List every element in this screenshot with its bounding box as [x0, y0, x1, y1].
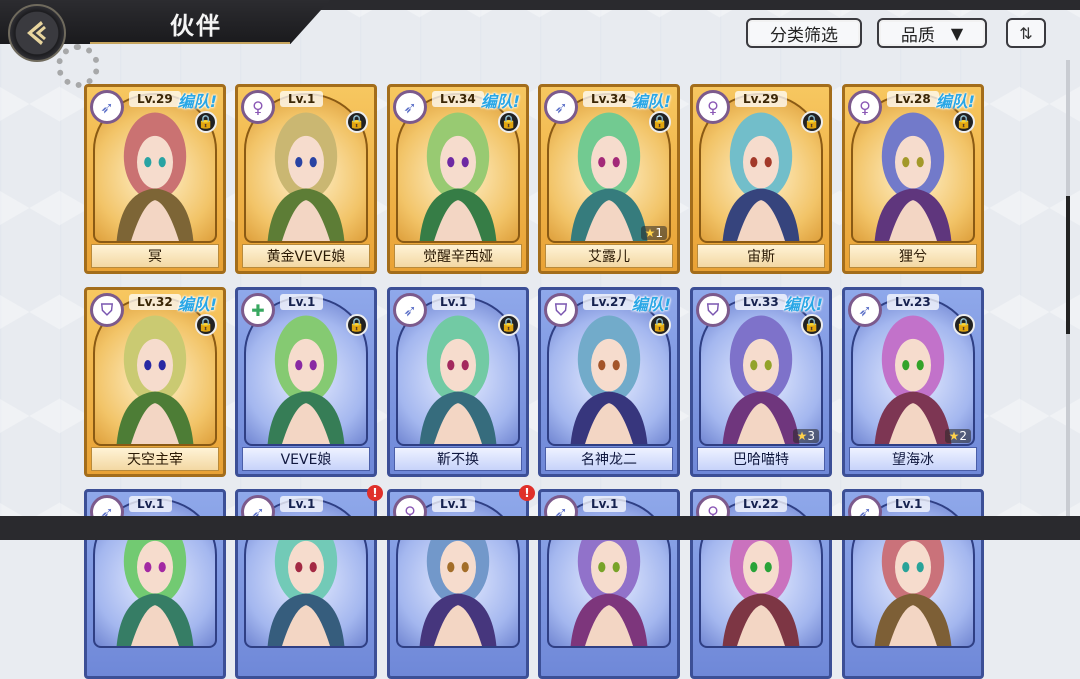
scrollbar-thumb[interactable] [1066, 196, 1070, 334]
character-name: 巴哈喵特 [697, 447, 825, 471]
bottom-edge [0, 516, 1080, 540]
star-count-badge: ★1 [640, 226, 667, 240]
star-count: 2 [959, 429, 967, 443]
level-label: Lv.29 [735, 91, 787, 107]
shield-icon: ⛉ [544, 293, 578, 327]
bow-icon: ➶ [90, 90, 124, 124]
level-label: Lv.1 [583, 496, 627, 512]
star-count: 3 [807, 429, 815, 443]
level-label: Lv.1 [280, 496, 324, 512]
character-name: 望海冰 [849, 447, 977, 471]
partner-card[interactable]: ➶ Lv.23 🔒 ★2 望海冰 [842, 287, 984, 477]
team-tag: 编队! [177, 295, 217, 314]
team-tag: 编队! [631, 295, 671, 314]
lock-icon[interactable]: 🔒 [953, 111, 975, 133]
lock-icon[interactable]: 🔒 [649, 314, 671, 336]
team-tag: 编队! [631, 92, 671, 111]
level-label: Lv.28 [887, 91, 939, 107]
partner-card[interactable]: ➶ Lv.1 🔒 靳不换 [387, 287, 529, 477]
partner-card[interactable]: ⛉ Lv.32 编队! 🔒 天空主宰 [84, 287, 226, 477]
staff-icon: ♀ [696, 90, 730, 124]
team-tag: 编队! [177, 92, 217, 111]
partner-card[interactable]: ⛉ Lv.27 编队! 🔒 名神龙二 [538, 287, 680, 477]
character-name: 天空主宰 [91, 447, 219, 471]
level-label: Lv.1 [432, 496, 476, 512]
star-icon: ★ [644, 226, 656, 240]
healer-cross-icon: ✚ [241, 293, 275, 327]
level-label: Lv.23 [887, 294, 939, 310]
star-count: 1 [655, 226, 663, 240]
lock-icon[interactable]: 🔒 [801, 314, 823, 336]
level-label: Lv.27 [583, 294, 635, 310]
lock-icon[interactable]: 🔒 [649, 111, 671, 133]
alert-badge: ! [519, 485, 535, 501]
level-label: Lv.34 [432, 91, 484, 107]
team-tag: 编队! [783, 295, 823, 314]
staff-icon: ♀ [848, 90, 882, 124]
partner-card[interactable]: ➶ Lv.34 编队! 🔒 ★1 艾露儿 [538, 84, 680, 274]
level-label: Lv.22 [735, 496, 787, 512]
partner-card[interactable]: ✚ Lv.1 🔒 VEVE娘 [235, 287, 377, 477]
character-name: VEVE娘 [242, 447, 370, 471]
lock-icon[interactable]: 🔒 [498, 111, 520, 133]
alert-badge: ! [367, 485, 383, 501]
lock-icon[interactable]: 🔒 [195, 111, 217, 133]
level-label: Lv.1 [280, 91, 324, 107]
level-label: Lv.29 [129, 91, 181, 107]
bow-icon: ➶ [848, 293, 882, 327]
lock-icon[interactable]: 🔒 [953, 314, 975, 336]
bow-icon: ➶ [544, 90, 578, 124]
level-label: Lv.1 [432, 294, 476, 310]
character-name: 靳不换 [394, 447, 522, 471]
star-icon: ★ [796, 429, 808, 443]
bow-icon: ➶ [393, 293, 427, 327]
partner-card[interactable]: ♀ Lv.29 🔒 宙斯 [690, 84, 832, 274]
level-label: Lv.33 [735, 294, 787, 310]
level-label: Lv.1 [280, 294, 324, 310]
partner-grid: ➶ Lv.29 编队! 🔒 冥 ♀ Lv.1 🔒 黄金VEVE娘 ➶ Lv.34 编队! 🔒 觉醒辛西娅 ➶… [0, 0, 1080, 679]
character-name: 艾露儿 [545, 244, 673, 268]
character-name: 黄金VEVE娘 [242, 244, 370, 268]
partner-card[interactable]: ➶ Lv.34 编队! 🔒 觉醒辛西娅 [387, 84, 529, 274]
team-tag: 编队! [480, 92, 520, 111]
character-name: 冥 [91, 244, 219, 268]
level-label: Lv.1 [887, 496, 931, 512]
lock-icon[interactable]: 🔒 [346, 314, 368, 336]
level-label: Lv.32 [129, 294, 181, 310]
partner-card[interactable]: ➶ Lv.29 编队! 🔒 冥 [84, 84, 226, 274]
character-name: 宙斯 [697, 244, 825, 268]
level-label: Lv.34 [583, 91, 635, 107]
lock-icon[interactable]: 🔒 [195, 314, 217, 336]
lock-icon[interactable]: 🔒 [346, 111, 368, 133]
staff-icon: ♀ [241, 90, 275, 124]
character-name: 名神龙二 [545, 447, 673, 471]
character-name: 狸兮 [849, 244, 977, 268]
lock-icon[interactable]: 🔒 [801, 111, 823, 133]
lock-icon[interactable]: 🔒 [498, 314, 520, 336]
partner-card[interactable]: ♀ Lv.28 编队! 🔒 狸兮 [842, 84, 984, 274]
character-name: 觉醒辛西娅 [394, 244, 522, 268]
shield-icon: ⛉ [696, 293, 730, 327]
partner-card[interactable]: ⛉ Lv.33 编队! 🔒 ★3 巴哈喵特 [690, 287, 832, 477]
star-count-badge: ★3 [792, 429, 819, 443]
star-icon: ★ [948, 429, 960, 443]
bow-icon: ➶ [393, 90, 427, 124]
team-tag: 编队! [935, 92, 975, 111]
level-label: Lv.1 [129, 496, 173, 512]
star-count-badge: ★2 [944, 429, 971, 443]
shield-icon: ⛉ [90, 293, 124, 327]
partner-card[interactable]: ♀ Lv.1 🔒 黄金VEVE娘 [235, 84, 377, 274]
